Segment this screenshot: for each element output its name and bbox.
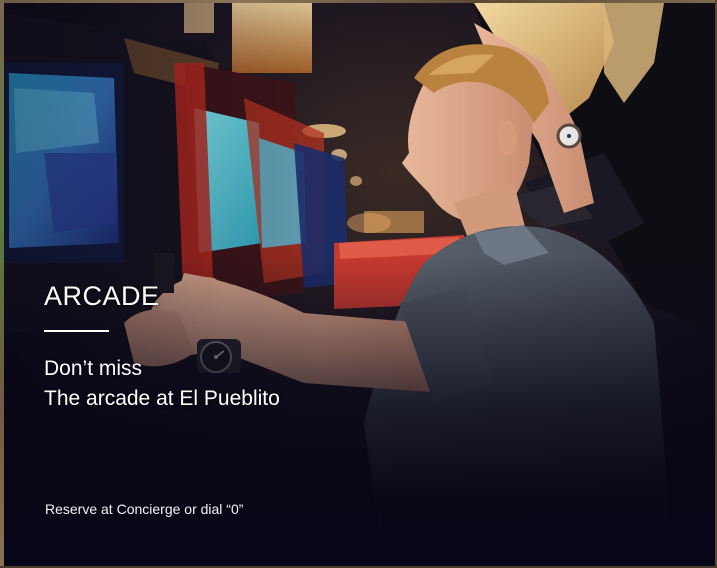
heading-title: ARCADE bbox=[44, 281, 160, 311]
heading-divider bbox=[44, 330, 109, 332]
subtitle: Don’t miss The arcade at El Pueblito bbox=[44, 354, 280, 414]
subtitle-line-1: Don’t miss bbox=[44, 357, 143, 380]
reserve-note: Reserve at Concierge or dial “0” bbox=[45, 501, 244, 517]
subtitle-line-2: The arcade at El Pueblito bbox=[44, 387, 280, 410]
promo-text-block: ARCADE Don’t miss The arcade at El Puebl… bbox=[44, 280, 280, 414]
arcade-promo-card: ARCADE Don’t miss The arcade at El Puebl… bbox=[0, 0, 717, 568]
